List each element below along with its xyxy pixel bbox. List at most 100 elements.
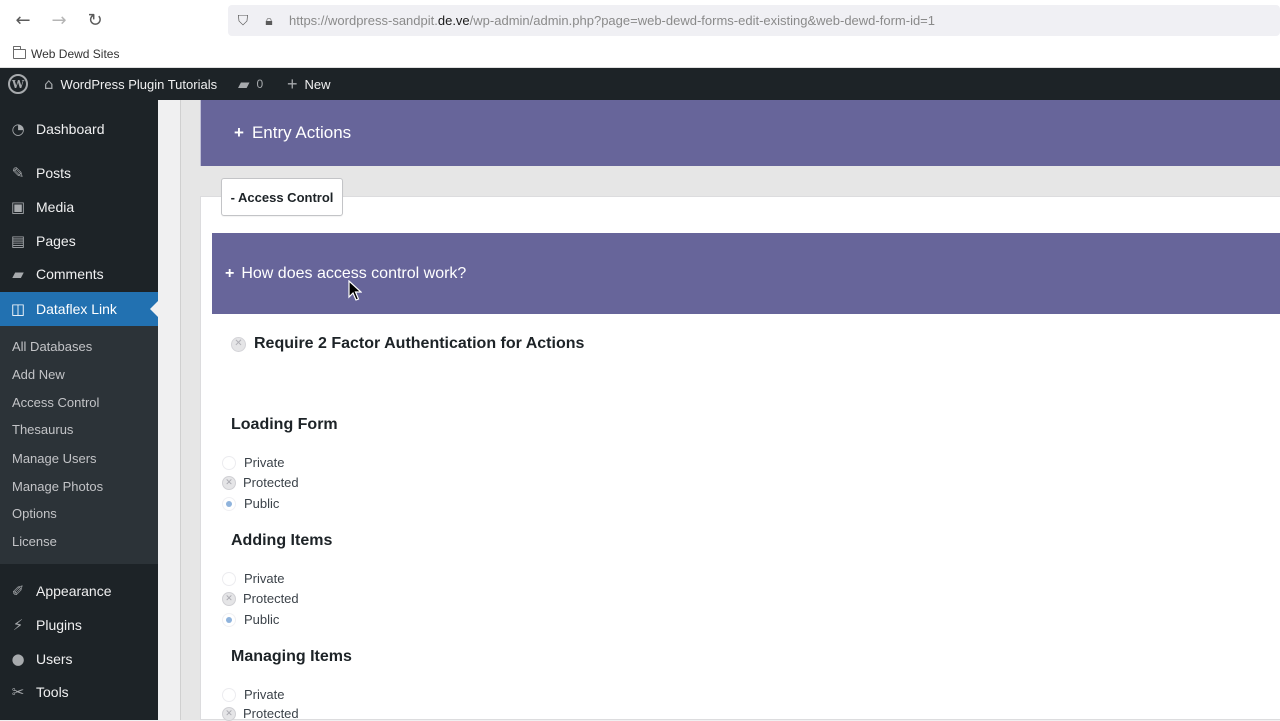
- radio-loading-protected[interactable]: ✕ Protected: [222, 475, 299, 490]
- entry-actions-accordion[interactable]: + Entry Actions: [200, 100, 1280, 166]
- section-title-adding-items: Adding Items: [231, 532, 333, 549]
- radio-unchecked-icon: [222, 687, 236, 702]
- menu-tools[interactable]: ✂ Tools: [0, 675, 158, 709]
- menu-label: Users: [36, 651, 73, 667]
- radio-label: Protected: [243, 475, 299, 490]
- require-2fa-toggle[interactable]: ✕ Require 2 Factor Authentication for Ac…: [231, 335, 584, 353]
- how-access-control-works-accordion[interactable]: + How does access control work?: [212, 233, 1280, 314]
- user-icon: ●: [11, 650, 25, 668]
- radio-label: Public: [244, 612, 280, 627]
- url-path: /wp-admin/admin.php?page=web-dewd-forms-…: [469, 13, 936, 28]
- media-icon: ▣: [10, 198, 26, 216]
- url-prefix: https://wordpress-sandpit.: [289, 13, 438, 28]
- wp-admin-bar: W ⌂ WordPress Plugin Tutorials ▰ 0 + New: [0, 68, 1280, 100]
- radio-checked-icon: [222, 612, 236, 627]
- home-icon: ⌂: [44, 75, 54, 93]
- lock-icon[interactable]: 🔒︎: [260, 12, 278, 30]
- site-name: WordPress Plugin Tutorials: [60, 76, 218, 92]
- plugin-icon: ⚡: [12, 616, 24, 634]
- bookmarks-bar: Web Dewd Sites: [0, 40, 1280, 68]
- wp-logo-menu[interactable]: W: [8, 68, 28, 100]
- back-icon[interactable]: ←: [11, 8, 35, 32]
- menu-dataflex-link[interactable]: ◫ Dataflex Link: [0, 292, 158, 326]
- pages-icon: ▤: [10, 232, 26, 250]
- menu-pages[interactable]: ▤ Pages: [0, 224, 158, 258]
- site-name-link[interactable]: ⌂ WordPress Plugin Tutorials: [44, 68, 217, 100]
- access-control-toggle-button[interactable]: - Access Control: [221, 178, 343, 216]
- menu-label: Posts: [36, 165, 72, 181]
- radio-unchecked-icon: [222, 455, 236, 470]
- bookmark-folder[interactable]: Web Dewd Sites: [13, 46, 120, 61]
- radio-label: Protected: [243, 706, 299, 721]
- entry-actions-label: Entry Actions: [251, 123, 352, 142]
- submenu-manage-photos[interactable]: Manage Photos: [12, 479, 103, 494]
- mouse-cursor-icon: [348, 280, 362, 301]
- disabled-x-icon: ✕: [231, 336, 246, 352]
- expand-plus-icon: +: [234, 123, 244, 142]
- radio-loading-private[interactable]: Private: [222, 455, 284, 470]
- radio-unchecked-icon: [222, 571, 236, 586]
- submenu-options[interactable]: Options: [12, 506, 57, 521]
- disabled-x-icon: ✕: [222, 591, 236, 606]
- radio-label: Protected: [243, 591, 299, 606]
- bookmark-folder-label: Web Dewd Sites: [31, 47, 120, 61]
- forward-icon[interactable]: →: [47, 8, 71, 32]
- reload-icon[interactable]: ↻: [83, 8, 107, 32]
- radio-checked-icon: [222, 496, 236, 511]
- disabled-x-icon: ✕: [222, 475, 236, 490]
- radio-label: Private: [244, 571, 285, 586]
- radio-label: Public: [244, 496, 280, 511]
- menu-label: Tools: [36, 684, 69, 700]
- submenu-add-new[interactable]: Add New: [12, 367, 65, 382]
- dataflex-icon: ◫: [10, 300, 26, 318]
- menu-users[interactable]: ● Users: [0, 642, 158, 676]
- menu-media[interactable]: ▣ Media: [0, 190, 158, 224]
- submenu-thesaurus[interactable]: Thesaurus: [12, 422, 73, 437]
- menu-dashboard[interactable]: ◔ Dashboard: [0, 112, 158, 146]
- menu-label: Dataflex Link: [36, 301, 117, 317]
- dataflex-submenu: [0, 326, 158, 564]
- folder-icon: [13, 46, 26, 59]
- url-bar[interactable]: ⛉ 🔒︎ https://wordpress-sandpit.de.ve/wp-…: [228, 5, 1280, 36]
- submenu-all-databases[interactable]: All Databases: [12, 339, 92, 354]
- submenu-license[interactable]: License: [12, 534, 57, 549]
- radio-label: Private: [244, 687, 285, 702]
- browser-toolbar: ← → ↻ ⛉ 🔒︎ https://wordpress-sandpit.de.…: [0, 0, 1280, 40]
- menu-posts[interactable]: ✎ Posts: [0, 156, 158, 190]
- comments-count: 0: [256, 77, 264, 91]
- new-content-link[interactable]: + New: [287, 68, 331, 100]
- submenu-manage-users[interactable]: Manage Users: [12, 451, 97, 466]
- url-text[interactable]: https://wordpress-sandpit.de.ve/wp-admin…: [289, 13, 935, 28]
- radio-adding-public[interactable]: Public: [222, 612, 279, 627]
- expand-plus-icon: +: [225, 264, 235, 282]
- menu-label: Comments: [36, 266, 104, 282]
- comments-link[interactable]: ▰ 0: [238, 68, 263, 100]
- menu-appearance[interactable]: ✐ Appearance: [0, 574, 158, 608]
- menu-label: Media: [36, 199, 75, 215]
- shield-icon[interactable]: ⛉: [234, 12, 252, 30]
- menu-comments[interactable]: ▰ Comments: [0, 257, 158, 291]
- disabled-x-icon: ✕: [222, 706, 236, 721]
- radio-adding-private[interactable]: Private: [222, 571, 284, 586]
- dashboard-icon: ◔: [11, 120, 25, 138]
- section-title-managing-items: Managing Items: [231, 648, 352, 665]
- pin-icon: ✎: [11, 164, 25, 182]
- content-gutter: [158, 100, 180, 720]
- url-host: de.ve: [437, 13, 470, 28]
- menu-label: Plugins: [36, 617, 82, 633]
- radio-loading-public[interactable]: Public: [222, 496, 279, 511]
- wordpress-logo-icon: W: [8, 74, 28, 94]
- wrench-icon: ✂: [11, 683, 25, 701]
- brush-icon: ✐: [11, 582, 25, 600]
- radio-managing-private[interactable]: Private: [222, 687, 284, 702]
- admin-sidebar: ◔ Dashboard ✎ Posts ▣ Media ▤ Pages ▰ Comment…: [0, 100, 158, 720]
- menu-label: Appearance: [36, 583, 112, 599]
- menu-label: Dashboard: [36, 121, 105, 137]
- submenu-access-control[interactable]: Access Control: [12, 395, 99, 410]
- menu-plugins[interactable]: ⚡ Plugins: [0, 608, 158, 642]
- radio-managing-protected[interactable]: ✕ Protected: [222, 706, 299, 721]
- comment-icon: ▰: [12, 265, 24, 283]
- plus-icon: +: [287, 73, 298, 94]
- radio-adding-protected[interactable]: ✕ Protected: [222, 591, 299, 606]
- require-2fa-label: Require 2 Factor Authentication for Acti…: [254, 335, 585, 352]
